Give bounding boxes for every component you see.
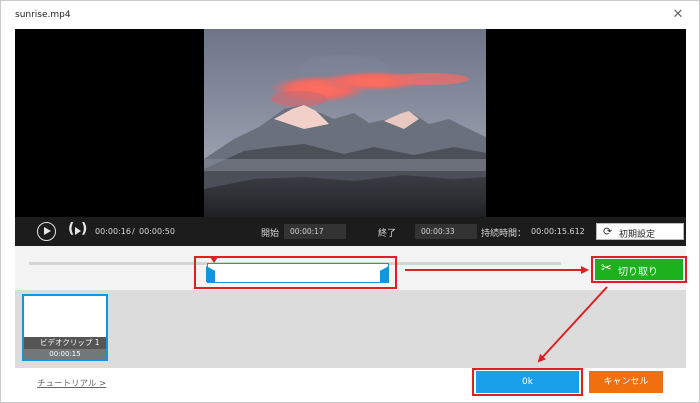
clip-duration: 00:00:15 — [24, 349, 106, 359]
scissors-icon: ✂ — [601, 261, 612, 276]
reset-button[interactable]: ⟳ 初期設定 — [596, 223, 684, 240]
mountain-sunrise-image — [204, 29, 486, 217]
cancel-button[interactable]: キャンセル — [589, 371, 663, 393]
editor-window: sunrise.mp4 ✕ () 00:00:16 / 00:00:50 開始… — [0, 0, 700, 403]
end-time-field[interactable]: 00:00:33 — [415, 224, 477, 239]
title-bar: sunrise.mp4 ✕ — [1, 1, 699, 29]
playhead-marker[interactable] — [210, 257, 218, 263]
cut-button[interactable]: ✂ 切り取り — [595, 259, 683, 280]
video-frame — [204, 29, 486, 217]
ok-button[interactable]: 0k — [476, 371, 579, 393]
clip-name: ビデオクリップ 1 — [24, 337, 106, 349]
time-separator: / — [132, 227, 135, 236]
step-forward-icon[interactable]: ) — [68, 221, 87, 241]
video-preview — [15, 29, 686, 217]
trim-range[interactable] — [207, 263, 389, 283]
tutorial-link[interactable]: チュートリアル > — [37, 377, 106, 389]
clip-thumbnail[interactable]: ビデオクリップ 1 00:00:15 — [22, 294, 108, 361]
clip-list: ビデオクリップ 1 00:00:15 — [15, 290, 686, 368]
refresh-icon: ⟳ — [603, 225, 613, 238]
window-title: sunrise.mp4 — [15, 10, 71, 20]
reset-label: 初期設定 — [619, 230, 656, 240]
start-label: 開始 — [261, 229, 280, 239]
cut-label: 切り取り — [618, 267, 658, 278]
current-time: 00:00:16 — [95, 227, 131, 236]
duration-label: 持続時間： — [481, 229, 527, 239]
duration-value: 00:00:15.612 — [531, 227, 585, 236]
footer: チュートリアル > — [15, 368, 686, 398]
start-time-field[interactable]: 00:00:17 — [284, 224, 346, 239]
play-icon[interactable] — [37, 222, 56, 241]
playback-controls: ) 00:00:16 / 00:00:50 開始 00:00:17 終了 00:… — [15, 217, 686, 246]
close-icon[interactable]: ✕ — [671, 8, 685, 22]
total-time: 00:00:50 — [139, 227, 175, 236]
end-label: 終了 — [378, 229, 397, 239]
